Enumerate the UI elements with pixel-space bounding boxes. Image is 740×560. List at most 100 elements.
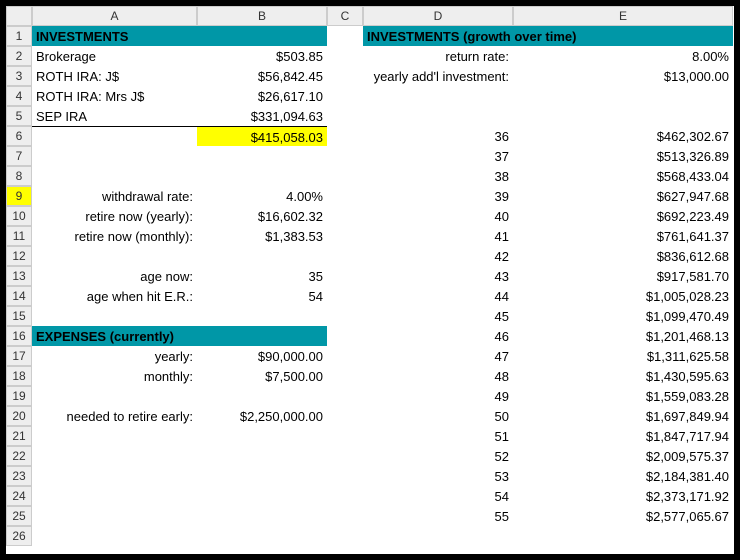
cell[interactable] bbox=[32, 126, 197, 146]
cell[interactable] bbox=[327, 146, 363, 166]
cell[interactable] bbox=[363, 86, 513, 106]
cell[interactable] bbox=[327, 306, 363, 326]
val-addl-investment[interactable]: $13,000.00 bbox=[513, 66, 733, 86]
growth-age[interactable]: 47 bbox=[363, 346, 513, 366]
growth-val[interactable]: $513,326.89 bbox=[513, 146, 733, 166]
growth-age[interactable]: 44 bbox=[363, 286, 513, 306]
label-needed[interactable]: needed to retire early: bbox=[32, 406, 197, 426]
label-retire-yearly[interactable]: retire now (yearly): bbox=[32, 206, 197, 226]
growth-age[interactable]: 38 bbox=[363, 166, 513, 186]
row-header-17[interactable]: 17 bbox=[6, 346, 32, 366]
cell[interactable] bbox=[197, 246, 327, 266]
row-header-19[interactable]: 19 bbox=[6, 386, 32, 406]
col-header-E[interactable]: E bbox=[513, 6, 733, 26]
row-header-13[interactable]: 13 bbox=[6, 266, 32, 286]
cell[interactable] bbox=[327, 186, 363, 206]
growth-val[interactable]: $1,697,849.94 bbox=[513, 406, 733, 426]
cell[interactable] bbox=[327, 66, 363, 86]
growth-val[interactable]: $836,612.68 bbox=[513, 246, 733, 266]
growth-val[interactable]: $1,099,470.49 bbox=[513, 306, 733, 326]
val-exp-monthly[interactable]: $7,500.00 bbox=[197, 366, 327, 386]
cell[interactable] bbox=[327, 386, 363, 406]
cell[interactable] bbox=[197, 386, 327, 406]
growth-age[interactable]: 51 bbox=[363, 426, 513, 446]
cell[interactable] bbox=[327, 86, 363, 106]
cell[interactable] bbox=[327, 446, 363, 466]
label-brokerage[interactable]: Brokerage bbox=[32, 46, 197, 66]
val-retire-yearly[interactable]: $16,602.32 bbox=[197, 206, 327, 226]
cell[interactable] bbox=[327, 126, 363, 146]
row-header-2[interactable]: 2 bbox=[6, 46, 32, 66]
growth-age[interactable]: 48 bbox=[363, 366, 513, 386]
val-withdrawal[interactable]: 4.00% bbox=[197, 186, 327, 206]
row-header-21[interactable]: 21 bbox=[6, 426, 32, 446]
cell[interactable] bbox=[32, 506, 197, 526]
growth-val[interactable]: $1,005,028.23 bbox=[513, 286, 733, 306]
cell[interactable] bbox=[32, 166, 197, 186]
val-needed[interactable]: $2,250,000.00 bbox=[197, 406, 327, 426]
val-roth-j[interactable]: $56,842.45 bbox=[197, 66, 327, 86]
cell[interactable] bbox=[327, 526, 363, 546]
cell[interactable] bbox=[32, 526, 197, 546]
val-return-rate[interactable]: 8.00% bbox=[513, 46, 733, 66]
row-header-11[interactable]: 11 bbox=[6, 226, 32, 246]
val-investments-total[interactable]: $415,058.03 bbox=[197, 126, 327, 146]
cell[interactable] bbox=[327, 506, 363, 526]
row-header-15[interactable]: 15 bbox=[6, 306, 32, 326]
cell[interactable] bbox=[32, 306, 197, 326]
label-roth-mrs[interactable]: ROTH IRA: Mrs J$ bbox=[32, 86, 197, 106]
growth-val[interactable]: $917,581.70 bbox=[513, 266, 733, 286]
row-header-9[interactable]: 9 bbox=[6, 186, 32, 206]
cell[interactable] bbox=[32, 146, 197, 166]
val-age-now[interactable]: 35 bbox=[197, 266, 327, 286]
val-sep[interactable]: $331,094.63 bbox=[197, 106, 327, 126]
col-header-B[interactable]: B bbox=[197, 6, 327, 26]
growth-age[interactable]: 55 bbox=[363, 506, 513, 526]
cell[interactable] bbox=[363, 106, 513, 126]
cell[interactable] bbox=[327, 326, 363, 346]
label-sep[interactable]: SEP IRA bbox=[32, 106, 197, 126]
cell[interactable] bbox=[32, 246, 197, 266]
growth-val[interactable]: $1,847,717.94 bbox=[513, 426, 733, 446]
row-header-16[interactable]: 16 bbox=[6, 326, 32, 346]
row-header-25[interactable]: 25 bbox=[6, 506, 32, 526]
growth-age[interactable]: 41 bbox=[363, 226, 513, 246]
row-header-8[interactable]: 8 bbox=[6, 166, 32, 186]
growth-age[interactable]: 46 bbox=[363, 326, 513, 346]
cell[interactable] bbox=[327, 226, 363, 246]
label-roth-j[interactable]: ROTH IRA: J$ bbox=[32, 66, 197, 86]
col-header-C[interactable]: C bbox=[327, 6, 363, 26]
growth-val[interactable]: $761,641.37 bbox=[513, 226, 733, 246]
growth-age[interactable]: 50 bbox=[363, 406, 513, 426]
val-exp-yearly[interactable]: $90,000.00 bbox=[197, 346, 327, 366]
cell[interactable] bbox=[327, 266, 363, 286]
growth-val[interactable]: $2,577,065.67 bbox=[513, 506, 733, 526]
growth-age[interactable]: 40 bbox=[363, 206, 513, 226]
cell[interactable] bbox=[513, 106, 733, 126]
cell[interactable] bbox=[513, 526, 733, 546]
cell[interactable] bbox=[327, 286, 363, 306]
growth-val[interactable]: $462,302.67 bbox=[513, 126, 733, 146]
row-header-7[interactable]: 7 bbox=[6, 146, 32, 166]
cell[interactable] bbox=[327, 366, 363, 386]
row-header-22[interactable]: 22 bbox=[6, 446, 32, 466]
growth-val[interactable]: $627,947.68 bbox=[513, 186, 733, 206]
growth-age[interactable]: 53 bbox=[363, 466, 513, 486]
growth-age[interactable]: 45 bbox=[363, 306, 513, 326]
spreadsheet-grid[interactable]: A B C D E 1 INVESTMENTS INVESTMENTS (gro… bbox=[6, 6, 734, 554]
cell[interactable] bbox=[327, 466, 363, 486]
label-withdrawal[interactable]: withdrawal rate: bbox=[32, 186, 197, 206]
row-header-6[interactable]: 6 bbox=[6, 126, 32, 146]
growth-age[interactable]: 43 bbox=[363, 266, 513, 286]
growth-age[interactable]: 54 bbox=[363, 486, 513, 506]
cell[interactable] bbox=[32, 486, 197, 506]
row-header-20[interactable]: 20 bbox=[6, 406, 32, 426]
row-header-5[interactable]: 5 bbox=[6, 106, 32, 126]
growth-age[interactable]: 37 bbox=[363, 146, 513, 166]
val-age-er[interactable]: 54 bbox=[197, 286, 327, 306]
cell[interactable] bbox=[363, 526, 513, 546]
cell[interactable] bbox=[327, 166, 363, 186]
cell[interactable] bbox=[32, 466, 197, 486]
growth-val[interactable]: $568,433.04 bbox=[513, 166, 733, 186]
cell[interactable] bbox=[327, 206, 363, 226]
